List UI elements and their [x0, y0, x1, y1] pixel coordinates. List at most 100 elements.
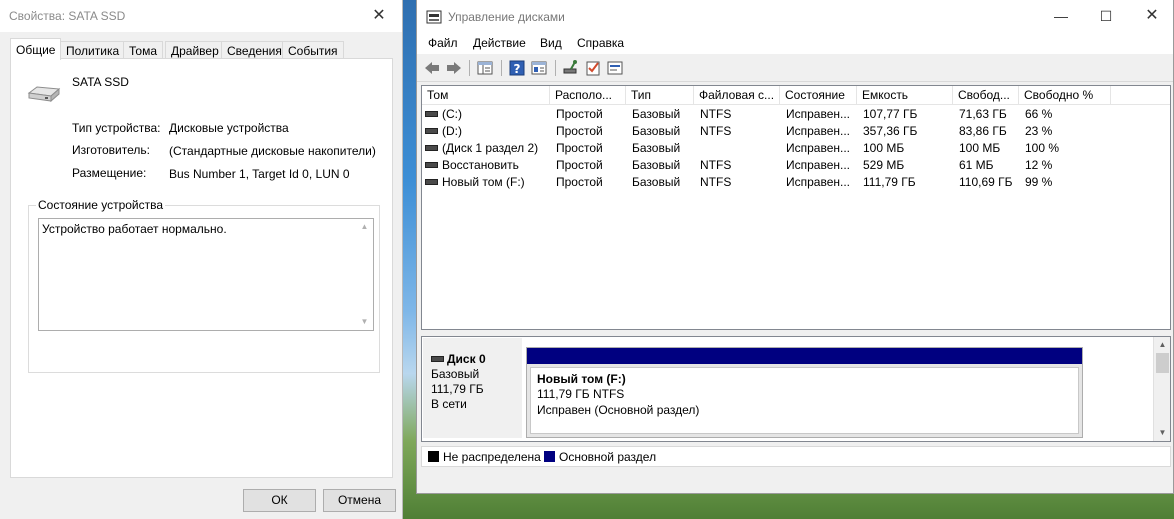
ok-button[interactable]: ОК — [243, 489, 316, 512]
device-status-text: Устройство работает нормально. — [42, 222, 227, 236]
volume-layout: Простой — [556, 175, 603, 189]
properties-title: Свойства: SATA SSD — [9, 9, 126, 23]
col-volume[interactable]: Том — [422, 86, 550, 105]
menu-help[interactable]: Справка — [577, 36, 624, 50]
dm-title: Управление дисками — [448, 10, 565, 24]
volume-capacity: 529 МБ — [863, 158, 905, 172]
volume-type: Базовый — [632, 124, 681, 138]
tab-general[interactable]: Общие — [10, 38, 62, 60]
volume-name: Новый том (F:) — [442, 175, 525, 189]
scroll-down-icon[interactable]: ▼ — [1154, 425, 1170, 441]
partition-details: Новый том (F:) 111,79 ГБ NTFS Исправен (… — [530, 367, 1079, 434]
tab-events[interactable]: События — [282, 41, 344, 59]
dm-titlebar: Управление дисками — ☐ ✕ — [417, 0, 1173, 32]
tab-policy[interactable]: Политика — [60, 41, 126, 59]
help-icon[interactable]: ? — [508, 59, 526, 77]
location-value: Bus Number 1, Target Id 0, LUN 0 — [169, 167, 350, 181]
volume-name: (Диск 1 раздел 2) — [442, 141, 539, 155]
device-status-group: Состояние устройства Устройство работает… — [28, 198, 380, 373]
checklist-icon[interactable] — [584, 59, 602, 77]
table-row[interactable]: (D:) Простой Базовый NTFS Исправен... 35… — [422, 123, 1170, 140]
partition-size-fs: 111,79 ГБ NTFS — [537, 387, 625, 401]
disk-icon — [431, 355, 444, 362]
volume-filesystem: NTFS — [700, 107, 732, 121]
col-capacity[interactable]: Емкость — [857, 86, 953, 105]
maximize-icon[interactable]: ☐ — [1083, 0, 1129, 32]
scroll-down-icon[interactable]: ▼ — [356, 314, 373, 330]
device-name: SATA SSD — [72, 75, 129, 89]
volume-free-space: 100 МБ — [959, 141, 1001, 155]
settings-list-icon[interactable] — [606, 59, 624, 77]
menu-action[interactable]: Действие — [473, 36, 526, 50]
col-filesystem[interactable]: Файловая с... — [694, 86, 780, 105]
graphical-view-scrollbar[interactable]: ▲ ▼ — [1153, 337, 1170, 441]
volume-filesystem: NTFS — [700, 124, 732, 138]
toolbar: ? — [417, 54, 1173, 82]
menu-file[interactable]: Файл — [428, 36, 458, 50]
cancel-button[interactable]: Отмена — [323, 489, 396, 512]
volume-free-percent: 66 % — [1025, 107, 1053, 121]
primary-partition-swatch — [544, 451, 555, 463]
volume-layout: Простой — [556, 158, 603, 172]
device-type-value: Дисковые устройства — [169, 121, 289, 135]
volume-free-space: 83,86 ГБ — [959, 124, 1007, 138]
col-layout[interactable]: Располо... — [550, 86, 626, 105]
minimize-icon[interactable]: — — [1038, 0, 1084, 32]
back-icon[interactable] — [423, 59, 441, 77]
menu-bar: Файл Действие Вид Справка — [417, 32, 1173, 54]
table-row[interactable]: Восстановить Простой Базовый NTFS Исправ… — [422, 157, 1170, 174]
disk-0-header[interactable]: Диск 0 Базовый 111,79 ГБ В сети — [423, 338, 522, 438]
tab-volumes[interactable]: Тома — [123, 41, 163, 59]
volume-icon — [425, 110, 438, 117]
legend-bar: Не распределена Основной раздел — [421, 446, 1171, 467]
scroll-up-icon[interactable]: ▲ — [356, 219, 373, 235]
disk-size: 111,79 ГБ — [431, 382, 484, 396]
volume-list-header: Том Располо... Тип Файловая с... Состоян… — [422, 86, 1170, 105]
col-free-percent[interactable]: Свободно % — [1019, 86, 1111, 105]
properties-titlebar: Свойства: SATA SSD ✕ — [0, 0, 402, 32]
volume-free-percent: 12 % — [1025, 158, 1053, 172]
tab-details[interactable]: Сведения — [221, 41, 288, 59]
forward-icon[interactable] — [445, 59, 463, 77]
col-free-space[interactable]: Свобод... — [953, 86, 1019, 105]
volume-name: Восстановить — [442, 158, 519, 172]
col-status[interactable]: Состояние — [780, 86, 857, 105]
volume-icon — [425, 161, 438, 168]
general-tab-panel: SATA SSD Тип устройства: Дисковые устрой… — [10, 58, 393, 478]
console-tree-icon[interactable] — [476, 59, 494, 77]
svg-text:?: ? — [514, 62, 521, 76]
volume-type: Базовый — [632, 158, 681, 172]
manufacturer-label: Изготовитель: — [72, 143, 150, 157]
volume-capacity: 100 МБ — [863, 141, 905, 155]
menu-view[interactable]: Вид — [540, 36, 562, 50]
device-status-label: Состояние устройства — [36, 198, 166, 212]
disk-management-window: Управление дисками — ☐ ✕ Файл Действие В… — [416, 0, 1174, 494]
tab-driver[interactable]: Драйвер — [165, 41, 225, 59]
close-icon[interactable]: ✕ — [1129, 0, 1174, 32]
volume-type: Базовый — [632, 141, 681, 155]
disk-graphical-view[interactable]: Диск 0 Базовый 111,79 ГБ В сети Новый то… — [421, 336, 1171, 442]
properties-dialog: Свойства: SATA SSD ✕ Общие Политика Тома… — [0, 0, 403, 519]
volume-name: (D:) — [442, 124, 462, 138]
volume-type: Базовый — [632, 107, 681, 121]
scroll-up-icon[interactable]: ▲ — [1154, 337, 1170, 353]
table-row[interactable]: (C:) Простой Базовый NTFS Исправен... 10… — [422, 106, 1170, 123]
status-scrollbar[interactable]: ▲ ▼ — [356, 219, 373, 330]
table-row[interactable]: (Диск 1 раздел 2) Простой Базовый Исправ… — [422, 140, 1170, 157]
partition-new-volume-f[interactable]: Новый том (F:) 111,79 ГБ NTFS Исправен (… — [526, 347, 1083, 438]
unallocated-swatch — [428, 451, 439, 463]
connect-disk-icon[interactable] — [562, 59, 580, 77]
col-type[interactable]: Тип — [626, 86, 694, 105]
scroll-thumb[interactable] — [1156, 353, 1169, 373]
volume-status: Исправен... — [786, 124, 851, 138]
volume-list[interactable]: Том Располо... Тип Файловая с... Состоян… — [421, 85, 1171, 330]
volume-icon — [425, 127, 438, 134]
volume-capacity: 111,79 ГБ — [863, 175, 916, 189]
close-icon[interactable]: ✕ — [356, 0, 402, 32]
volume-status: Исправен... — [786, 158, 851, 172]
device-status-textbox[interactable]: Устройство работает нормально. ▲ ▼ — [38, 218, 374, 331]
toolbar-separator — [555, 60, 556, 76]
properties-view-icon[interactable] — [530, 59, 548, 77]
volume-free-percent: 23 % — [1025, 124, 1053, 138]
table-row[interactable]: Новый том (F:) Простой Базовый NTFS Испр… — [422, 174, 1170, 191]
